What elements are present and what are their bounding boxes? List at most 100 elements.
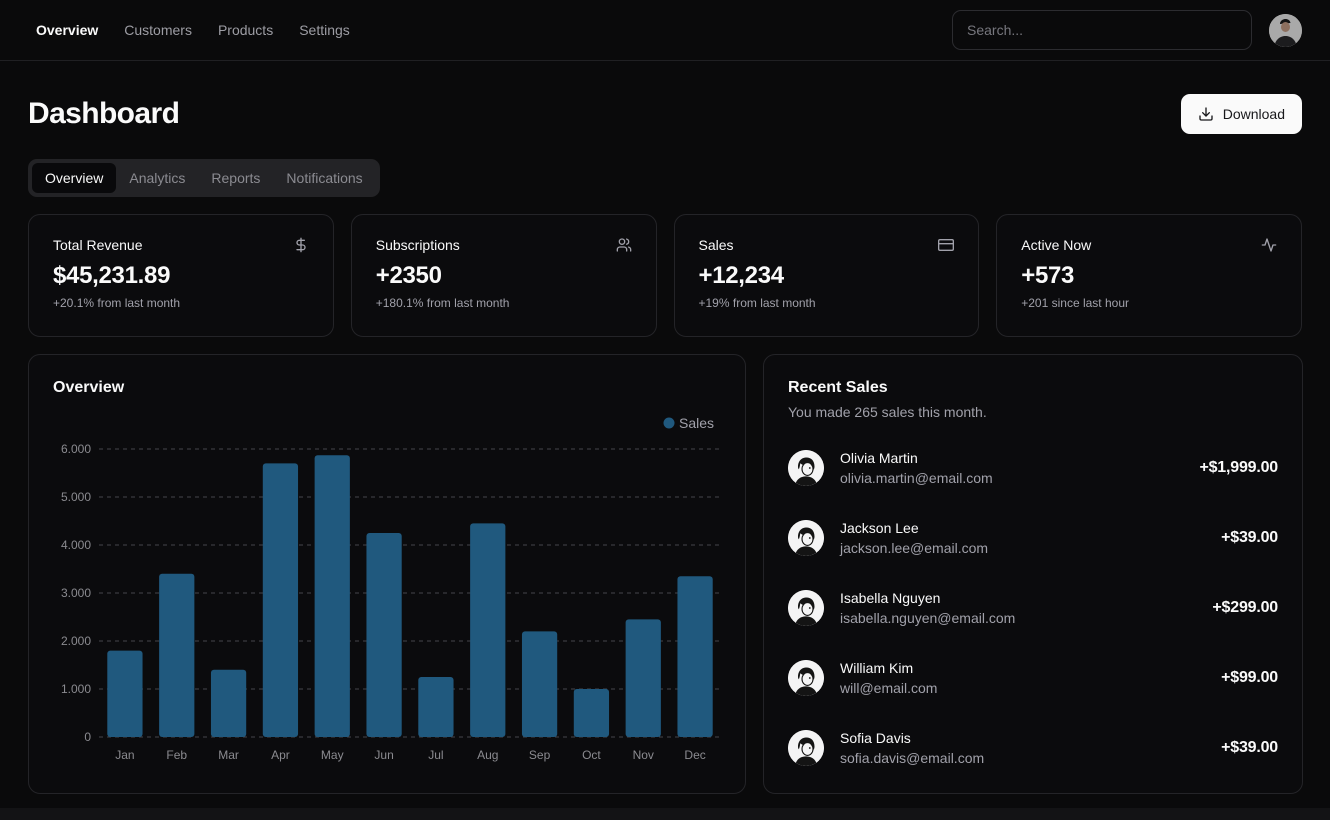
tab-reports[interactable]: Reports bbox=[198, 163, 273, 193]
search-input[interactable] bbox=[952, 10, 1252, 50]
stat-card-subscriptions: Subscriptions +2350 +180.1% from last mo… bbox=[351, 214, 657, 337]
top-nav: Overview Customers Products Settings bbox=[0, 0, 1330, 61]
stat-title: Active Now bbox=[1021, 237, 1091, 253]
stat-value: $45,231.89 bbox=[53, 262, 309, 290]
customer-avatar-icon bbox=[788, 660, 824, 696]
stat-card-active-now: Active Now +573 +201 since last hour bbox=[996, 214, 1302, 337]
x-axis-tick: May bbox=[321, 748, 344, 762]
y-axis-tick: 0 bbox=[84, 730, 91, 744]
x-axis-tick: Aug bbox=[477, 748, 498, 762]
sale-amount: +$99.00 bbox=[1221, 669, 1278, 687]
y-axis-tick: 5.000 bbox=[61, 490, 91, 504]
bar-feb bbox=[159, 574, 194, 737]
customer-info: Jackson Leejackson.lee@email.com bbox=[840, 518, 988, 559]
bar-apr bbox=[263, 463, 298, 737]
stat-change: +20.1% from last month bbox=[53, 296, 309, 310]
customer-avatar-icon bbox=[788, 520, 824, 556]
customer-email: isabella.nguyen@email.com bbox=[840, 608, 1015, 628]
x-axis-tick: Nov bbox=[633, 748, 654, 762]
stat-card-sales: Sales +12,234 +19% from last month bbox=[674, 214, 980, 337]
nav-item-overview[interactable]: Overview bbox=[36, 22, 98, 38]
legend-label-sales: Sales bbox=[679, 415, 714, 431]
customer-avatar-icon bbox=[788, 450, 824, 486]
sale-amount: +$39.00 bbox=[1221, 739, 1278, 757]
stat-value: +573 bbox=[1021, 262, 1277, 290]
sale-amount: +$299.00 bbox=[1212, 599, 1278, 617]
activity-icon bbox=[1261, 237, 1277, 253]
customer-avatar-icon bbox=[788, 730, 824, 766]
users-icon bbox=[616, 237, 632, 253]
download-button[interactable]: Download bbox=[1181, 94, 1302, 134]
bar-sep bbox=[522, 631, 557, 737]
bar-may bbox=[315, 455, 350, 737]
customer-name: Sofia Davis bbox=[840, 728, 984, 748]
dashboard-page: Dashboard Download Overview Analytics Re… bbox=[0, 94, 1330, 794]
sale-list-item: Olivia Martinolivia.martin@email.com +$1,… bbox=[788, 446, 1278, 490]
customer-name: Jackson Lee bbox=[840, 518, 988, 538]
tab-analytics[interactable]: Analytics bbox=[116, 163, 198, 193]
tab-notifications[interactable]: Notifications bbox=[273, 163, 375, 193]
customer-email: sofia.davis@email.com bbox=[840, 748, 984, 768]
recent-sales-subtitle: You made 265 sales this month. bbox=[788, 404, 1278, 420]
sale-amount: +$39.00 bbox=[1221, 529, 1278, 547]
sale-list-item: Isabella Nguyenisabella.nguyen@email.com… bbox=[788, 586, 1278, 630]
recent-sales-title: Recent Sales bbox=[788, 379, 1278, 397]
sale-amount: +$1,999.00 bbox=[1199, 459, 1278, 477]
customer-name: William Kim bbox=[840, 658, 937, 678]
x-axis-tick: Feb bbox=[166, 748, 187, 762]
chart-title: Overview bbox=[53, 379, 721, 397]
y-axis-tick: 6.000 bbox=[61, 442, 91, 456]
user-photo-icon bbox=[1269, 14, 1302, 47]
x-axis-tick: Jan bbox=[115, 748, 134, 762]
customer-info: Olivia Martinolivia.martin@email.com bbox=[840, 448, 993, 489]
sale-list-item: Jackson Leejackson.lee@email.com +$39.00 bbox=[788, 516, 1278, 560]
customer-email: olivia.martin@email.com bbox=[840, 468, 993, 488]
nav-item-products[interactable]: Products bbox=[218, 22, 273, 38]
customer-name: Isabella Nguyen bbox=[840, 588, 1015, 608]
stat-change: +180.1% from last month bbox=[376, 296, 632, 310]
nav-item-customers[interactable]: Customers bbox=[124, 22, 192, 38]
bar-aug bbox=[470, 523, 505, 737]
stat-card-total-revenue: Total Revenue $45,231.89 +20.1% from las… bbox=[28, 214, 334, 337]
download-icon bbox=[1198, 106, 1214, 122]
recent-sales-card: Recent Sales You made 265 sales this mon… bbox=[763, 354, 1303, 794]
sale-list-item: Sofia Davissofia.davis@email.com +$39.00 bbox=[788, 726, 1278, 770]
page-bottom-edge bbox=[0, 808, 1330, 820]
x-axis-tick: Mar bbox=[218, 748, 239, 762]
x-axis-tick: Apr bbox=[271, 748, 290, 762]
tabs-list: Overview Analytics Reports Notifications bbox=[28, 159, 380, 197]
bar-dec bbox=[677, 576, 712, 737]
sale-list-item: William Kimwill@email.com +$99.00 bbox=[788, 656, 1278, 700]
stat-value: +2350 bbox=[376, 262, 632, 290]
credit-card-icon bbox=[938, 237, 954, 253]
lower-grid: Overview Sales01.0002.0003.0004.0005.000… bbox=[28, 354, 1302, 794]
sales-bar-chart: Sales01.0002.0003.0004.0005.0006.000JanF… bbox=[53, 397, 723, 769]
customer-avatar-icon bbox=[788, 590, 824, 626]
customer-name: Olivia Martin bbox=[840, 448, 993, 468]
tab-overview[interactable]: Overview bbox=[32, 163, 116, 193]
main-nav: Overview Customers Products Settings bbox=[36, 22, 350, 38]
customer-email: jackson.lee@email.com bbox=[840, 538, 988, 558]
bar-mar bbox=[211, 670, 246, 737]
page-title: Dashboard bbox=[28, 97, 179, 131]
bar-nov bbox=[626, 619, 661, 737]
bar-oct bbox=[574, 689, 609, 737]
y-axis-tick: 3.000 bbox=[61, 586, 91, 600]
user-avatar[interactable] bbox=[1269, 14, 1302, 47]
y-axis-tick: 4.000 bbox=[61, 538, 91, 552]
bar-jul bbox=[418, 677, 453, 737]
download-label: Download bbox=[1223, 106, 1285, 122]
bar-jan bbox=[107, 651, 142, 737]
x-axis-tick: Jun bbox=[374, 748, 393, 762]
customer-info: Isabella Nguyenisabella.nguyen@email.com bbox=[840, 588, 1015, 629]
stat-title: Subscriptions bbox=[376, 237, 460, 253]
stat-change: +19% from last month bbox=[699, 296, 955, 310]
customer-info: William Kimwill@email.com bbox=[840, 658, 937, 699]
x-axis-tick: Jul bbox=[428, 748, 443, 762]
y-axis-tick: 2.000 bbox=[61, 634, 91, 648]
nav-item-settings[interactable]: Settings bbox=[299, 22, 350, 38]
x-axis-tick: Dec bbox=[684, 748, 705, 762]
stat-title: Sales bbox=[699, 237, 734, 253]
overview-chart-card: Overview Sales01.0002.0003.0004.0005.000… bbox=[28, 354, 746, 794]
stat-value: +12,234 bbox=[699, 262, 955, 290]
